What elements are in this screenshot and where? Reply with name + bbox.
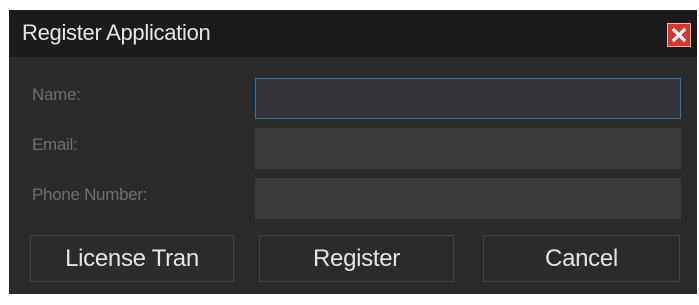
phone-number-input[interactable] xyxy=(255,178,681,219)
email-input[interactable] xyxy=(255,128,681,169)
register-application-dialog: Register Application Name: Email: Phone … xyxy=(9,10,697,294)
window-title: Register Application xyxy=(22,20,211,45)
cancel-button[interactable]: Cancel xyxy=(483,235,680,282)
close-icon xyxy=(671,27,687,43)
license-transfer-button[interactable]: License Tran xyxy=(30,235,234,282)
name-label: Name: xyxy=(32,85,81,104)
email-label: Email: xyxy=(32,135,78,154)
register-button[interactable]: Register xyxy=(259,235,454,282)
name-input[interactable] xyxy=(255,78,681,119)
phone-number-label: Phone Number: xyxy=(32,185,148,204)
close-button[interactable] xyxy=(667,23,691,47)
title-bar[interactable]: Register Application xyxy=(9,10,697,57)
